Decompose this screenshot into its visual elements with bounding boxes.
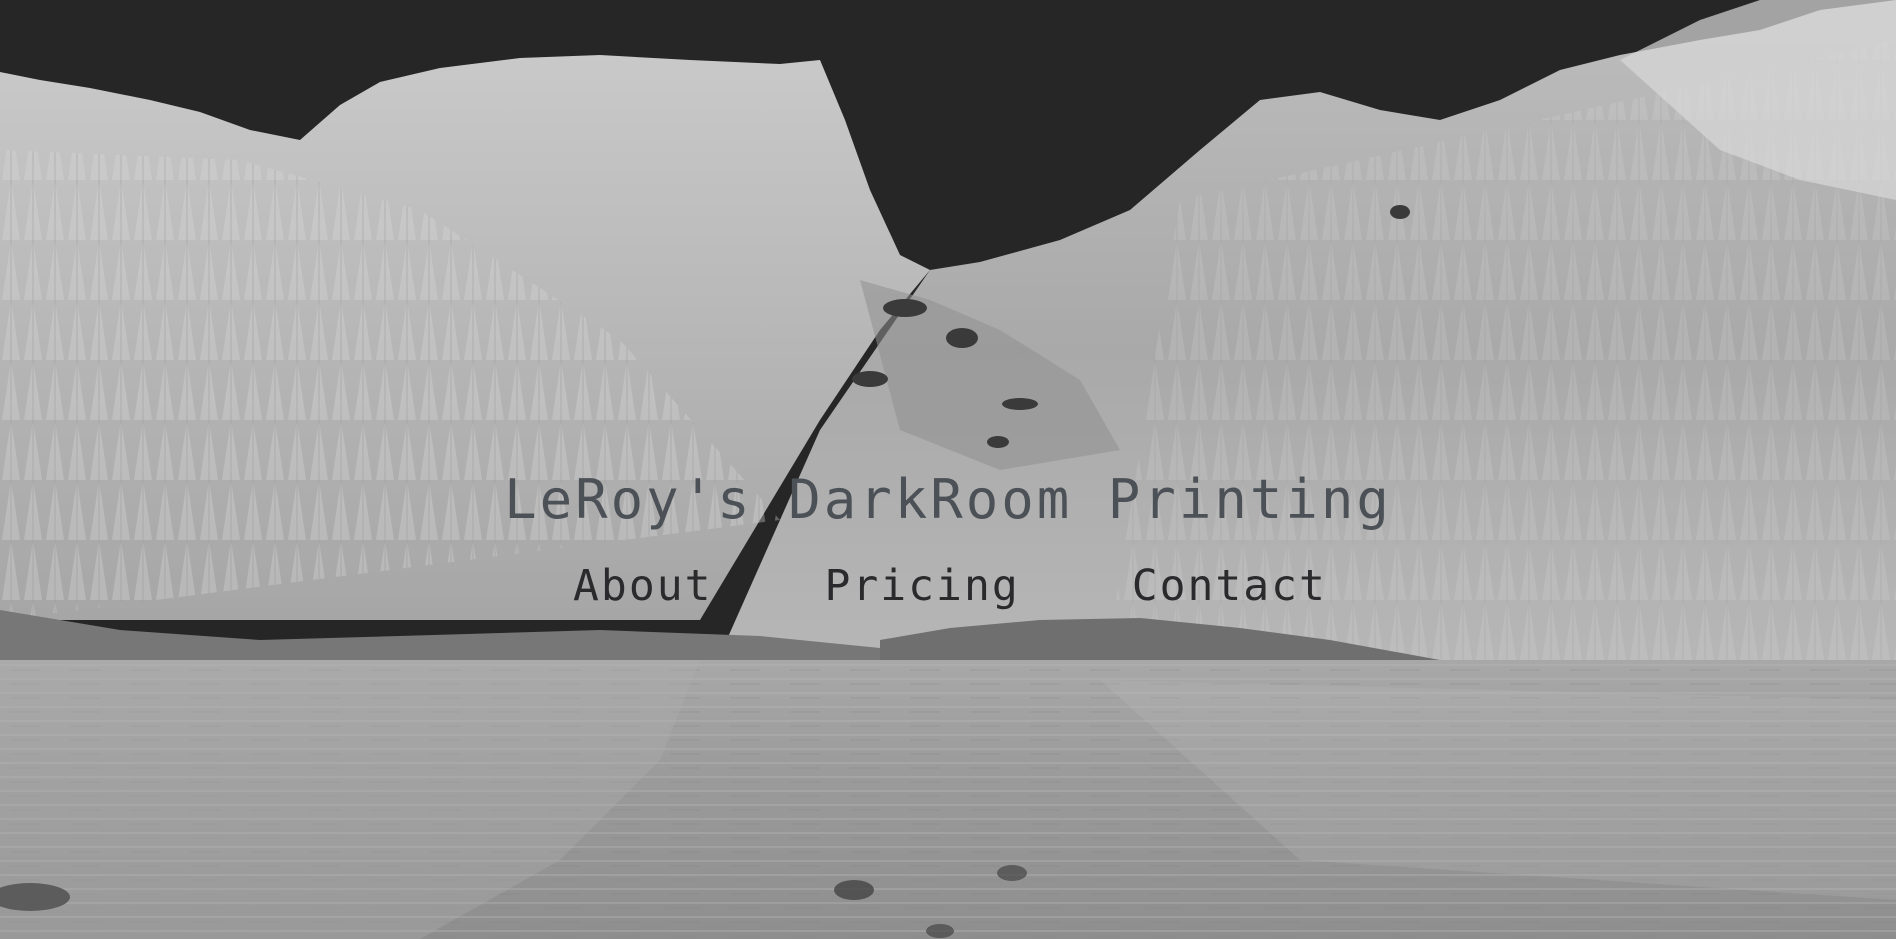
site-title: LeRoy's DarkRoom Printing [504,468,1392,531]
header-overlay: LeRoy's DarkRoom Printing About Pricing … [0,0,1896,939]
nav-link-about[interactable]: About [573,560,712,612]
main-nav: About Pricing Contact [0,560,1896,612]
hero-section: LeRoy's DarkRoom Printing About Pricing … [0,0,1896,939]
nav-link-contact[interactable]: Contact [1132,560,1327,612]
nav-link-pricing[interactable]: Pricing [825,560,1020,612]
